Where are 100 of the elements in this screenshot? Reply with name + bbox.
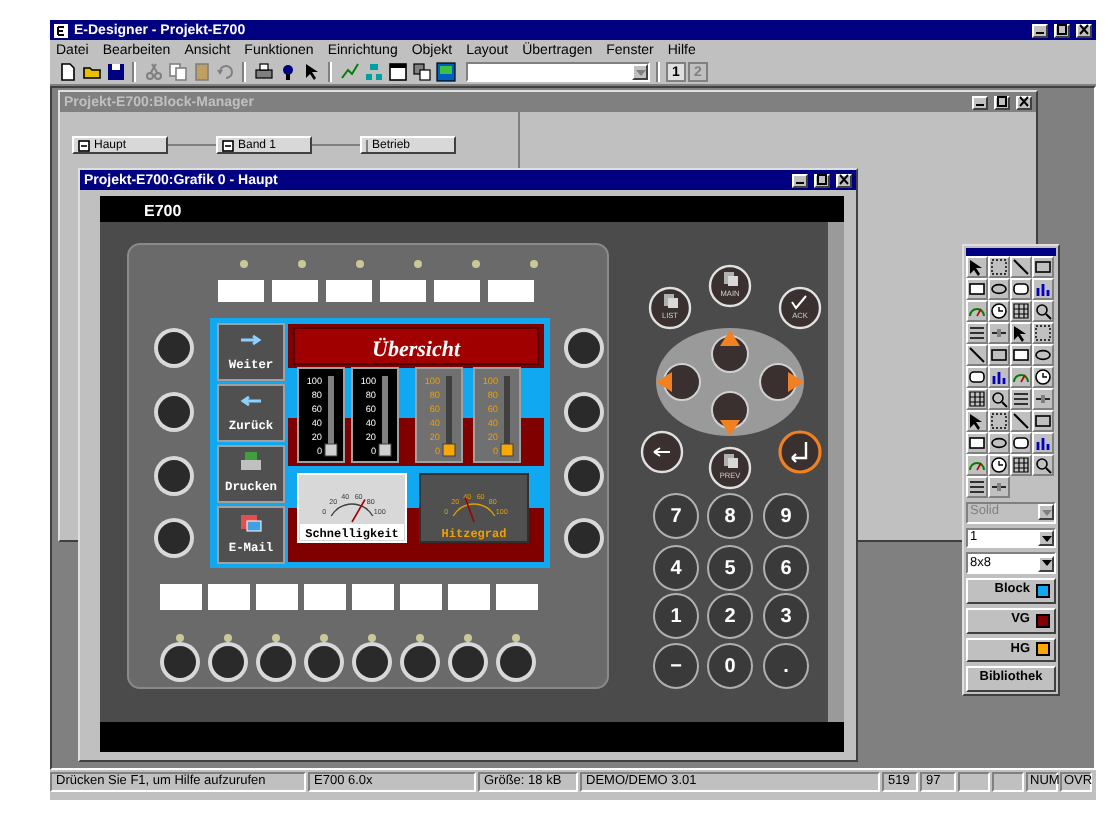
dotted-rectangle-icon bbox=[990, 257, 1008, 276]
led-indicator bbox=[320, 634, 328, 642]
rounded-rectangle-icon bbox=[968, 367, 986, 386]
keypad-key[interactable]: 3 bbox=[763, 593, 809, 639]
tool-button[interactable] bbox=[988, 453, 1010, 476]
tool-button[interactable] bbox=[988, 299, 1010, 322]
led-indicator bbox=[464, 634, 472, 642]
grid-icon bbox=[1012, 455, 1030, 474]
minimize-button[interactable] bbox=[1032, 23, 1048, 37]
round-key[interactable] bbox=[448, 642, 488, 682]
led-indicator bbox=[416, 634, 424, 642]
minimize-button[interactable] bbox=[792, 173, 808, 187]
round-key[interactable] bbox=[256, 642, 296, 682]
dotted-rectangle-icon bbox=[1034, 323, 1052, 342]
keypad-key[interactable]: . bbox=[763, 643, 809, 689]
label-slot bbox=[448, 584, 490, 610]
dotted-rectangle-icon bbox=[990, 411, 1008, 430]
clock-icon bbox=[1034, 367, 1052, 386]
keypad-key[interactable]: 2 bbox=[707, 593, 753, 639]
filled-rectangle-icon bbox=[1012, 345, 1030, 364]
round-key[interactable] bbox=[564, 518, 604, 558]
close-icon bbox=[1018, 96, 1030, 108]
collapse-icon bbox=[222, 139, 234, 151]
slider-icon bbox=[990, 477, 1008, 496]
maximize-icon bbox=[996, 96, 1008, 108]
filled-rectangle-icon bbox=[968, 279, 986, 298]
led-indicator bbox=[224, 634, 232, 642]
keypad-key[interactable]: 4 bbox=[653, 545, 699, 591]
keypad-key[interactable]: 5 bbox=[707, 545, 753, 591]
led-indicator bbox=[272, 634, 280, 642]
ellipse-icon bbox=[990, 433, 1008, 452]
led-indicator bbox=[530, 260, 538, 268]
round-key[interactable] bbox=[154, 328, 194, 368]
dropdown-arrow-icon bbox=[635, 69, 645, 75]
direction-pad[interactable] bbox=[656, 328, 804, 436]
close-button[interactable] bbox=[836, 173, 852, 187]
round-key[interactable] bbox=[154, 518, 194, 558]
minimize-button[interactable] bbox=[972, 95, 988, 109]
screen-title: Übersicht bbox=[372, 338, 460, 362]
slider-icon bbox=[1034, 389, 1052, 408]
tool-button[interactable] bbox=[1010, 255, 1032, 278]
keypad-key[interactable]: 7 bbox=[653, 493, 699, 539]
close-button[interactable] bbox=[1076, 23, 1092, 37]
keypad-key[interactable]: 6 bbox=[763, 545, 809, 591]
maximize-button[interactable] bbox=[994, 95, 1010, 109]
ellipse-icon bbox=[990, 279, 1008, 298]
line-icon bbox=[1012, 411, 1030, 430]
connector-line bbox=[312, 144, 360, 146]
arrow-right-icon bbox=[239, 334, 262, 346]
dropdown-arrow-icon bbox=[1041, 560, 1051, 567]
rectangle-icon bbox=[990, 345, 1008, 364]
round-key[interactable] bbox=[208, 642, 248, 682]
keypad-key[interactable]: 1 bbox=[653, 593, 699, 639]
label-slot bbox=[208, 584, 250, 610]
label-slot bbox=[488, 280, 534, 302]
keypad-key[interactable]: 8 bbox=[707, 493, 753, 539]
layer-combo-field[interactable] bbox=[466, 62, 650, 82]
tool-button[interactable] bbox=[966, 343, 988, 366]
bar-chart-icon bbox=[990, 367, 1008, 386]
keypad-key[interactable]: − bbox=[653, 643, 699, 689]
arrow-left-icon bbox=[240, 395, 263, 407]
maximize-button[interactable] bbox=[814, 173, 830, 187]
keypad-key[interactable]: 0 bbox=[707, 643, 753, 689]
tool-button[interactable] bbox=[1010, 409, 1032, 432]
label-slot bbox=[256, 584, 298, 610]
dropdown-arrow-icon bbox=[1041, 509, 1051, 516]
slider-icon bbox=[990, 323, 1008, 342]
maximize-button[interactable] bbox=[1054, 23, 1070, 37]
round-key[interactable] bbox=[564, 392, 604, 432]
close-icon bbox=[838, 174, 850, 186]
line-icon bbox=[1012, 257, 1030, 276]
tool-button[interactable] bbox=[1032, 365, 1054, 388]
led-indicator bbox=[176, 634, 184, 642]
arrow-left-icon bbox=[653, 447, 671, 457]
round-key[interactable] bbox=[352, 642, 392, 682]
pointer-icon bbox=[968, 411, 986, 430]
round-key[interactable] bbox=[564, 328, 604, 368]
magnifier-icon bbox=[990, 389, 1008, 408]
list-icon bbox=[968, 323, 986, 342]
round-key[interactable] bbox=[400, 642, 440, 682]
printer-icon bbox=[241, 452, 261, 470]
round-key[interactable] bbox=[154, 392, 194, 432]
round-key[interactable] bbox=[564, 456, 604, 496]
magnifier-icon bbox=[1034, 455, 1052, 474]
list-icon bbox=[1012, 389, 1030, 408]
led-indicator bbox=[414, 260, 422, 268]
led-indicator bbox=[356, 260, 364, 268]
round-key[interactable] bbox=[160, 642, 200, 682]
close-button[interactable] bbox=[1016, 95, 1032, 109]
round-key[interactable] bbox=[304, 642, 344, 682]
bar-chart-icon bbox=[1034, 433, 1052, 452]
round-key[interactable] bbox=[154, 456, 194, 496]
label-slot bbox=[380, 280, 426, 302]
pointer-icon bbox=[1012, 323, 1030, 342]
backspace-key[interactable] bbox=[640, 430, 684, 474]
keypad-key[interactable]: 9 bbox=[763, 493, 809, 539]
label-slot bbox=[434, 280, 480, 302]
round-key[interactable] bbox=[496, 642, 536, 682]
rounded-rectangle-icon bbox=[1012, 279, 1030, 298]
rectangle-icon bbox=[1034, 411, 1052, 430]
